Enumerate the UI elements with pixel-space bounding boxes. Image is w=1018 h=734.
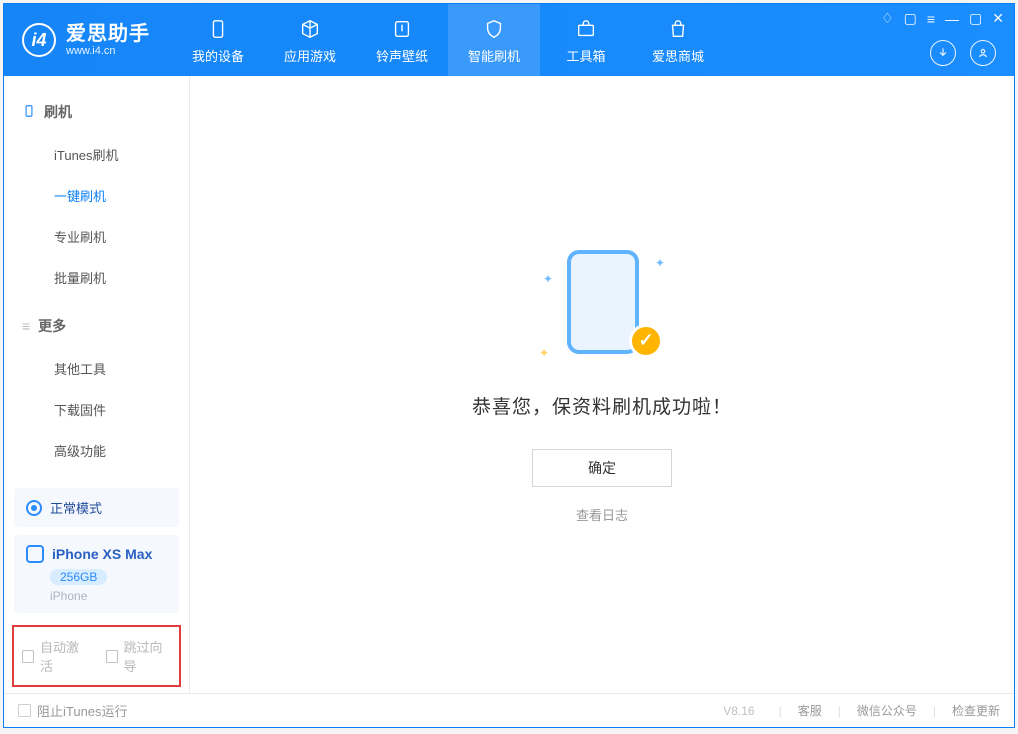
sidebar-item-firmware[interactable]: 下载固件 xyxy=(4,389,189,430)
options-highlight: 自动激活 跳过向导 xyxy=(12,625,181,687)
menu-icon[interactable]: ≡ xyxy=(927,11,935,27)
minimize-button[interactable]: — xyxy=(945,11,959,27)
shield-icon xyxy=(481,16,507,42)
lock-icon[interactable]: ▢ xyxy=(904,10,917,27)
mode-label: 正常模式 xyxy=(50,498,102,517)
toolbox-icon xyxy=(573,16,599,42)
bag-icon xyxy=(665,16,691,42)
sidebar-item-advanced[interactable]: 高级功能 xyxy=(4,430,189,471)
nav-label: 爱思商城 xyxy=(652,46,704,65)
list-icon: ≡ xyxy=(22,318,30,334)
nav-label: 应用游戏 xyxy=(284,46,336,65)
ok-button[interactable]: 确定 xyxy=(532,449,672,487)
storage-badge: 256GB xyxy=(50,569,107,585)
shirt-icon[interactable]: ♢ xyxy=(881,10,894,27)
footer: 阻止iTunes运行 V8.16 | 客服 | 微信公众号 | 检查更新 xyxy=(4,693,1014,727)
sparkle-icon: ✦ xyxy=(539,346,549,360)
device-name: iPhone XS Max xyxy=(52,546,152,562)
nav-label: 铃声壁纸 xyxy=(376,46,428,65)
sparkle-icon: ✦ xyxy=(543,272,553,286)
header: i4 爱思助手 www.i4.cn 我的设备 应用游戏 铃声壁纸 智能刷机 xyxy=(4,4,1014,76)
sidebar-section-flash: 刷机 xyxy=(4,96,189,128)
header-actions xyxy=(930,40,996,66)
success-message: 恭喜您，保资料刷机成功啦！ xyxy=(472,392,732,419)
download-button[interactable] xyxy=(930,40,956,66)
mode-icon xyxy=(26,500,42,516)
sparkle-icon: ✦ xyxy=(655,256,665,270)
logo: i4 爱思助手 www.i4.cn xyxy=(4,23,172,57)
check-icon: ✓ xyxy=(629,324,663,358)
sidebar-item-other[interactable]: 其他工具 xyxy=(4,348,189,389)
checkbox-icon xyxy=(106,650,118,663)
cube-icon xyxy=(297,16,323,42)
success-illustration: ✦ ✦ ✦ ✓ xyxy=(537,246,667,366)
nav-tools[interactable]: 工具箱 xyxy=(540,4,632,76)
nav-apps[interactable]: 应用游戏 xyxy=(264,4,356,76)
nav-label: 我的设备 xyxy=(192,46,244,65)
nav-store[interactable]: 爱思商城 xyxy=(632,4,724,76)
sidebar-item-itunes[interactable]: iTunes刷机 xyxy=(4,134,189,175)
nav-device[interactable]: 我的设备 xyxy=(172,4,264,76)
mode-card[interactable]: 正常模式 xyxy=(14,488,179,527)
logo-icon: i4 xyxy=(22,23,56,57)
sidebar-item-batch[interactable]: 批量刷机 xyxy=(4,257,189,298)
close-button[interactable]: ✕ xyxy=(992,10,1004,27)
sidebar-item-oneclick[interactable]: 一键刷机 xyxy=(4,175,189,216)
maximize-button[interactable]: ▢ xyxy=(969,10,982,27)
app-title: 爱思助手 xyxy=(66,23,150,45)
sidebar: 刷机 iTunes刷机 一键刷机 专业刷机 批量刷机 ≡ 更多 其他工具 下载固… xyxy=(4,76,190,693)
nav-label: 智能刷机 xyxy=(468,46,520,65)
checkbox-block-itunes[interactable]: 阻止iTunes运行 xyxy=(18,701,128,720)
version-label: V8.16 xyxy=(723,704,754,718)
nav-tabs: 我的设备 应用游戏 铃声壁纸 智能刷机 工具箱 爱思商城 xyxy=(172,4,724,76)
nav-ring[interactable]: 铃声壁纸 xyxy=(356,4,448,76)
sidebar-section-more: ≡ 更多 xyxy=(4,310,189,342)
footer-update[interactable]: 检查更新 xyxy=(952,702,1000,719)
device-icon xyxy=(205,16,231,42)
device-type: iPhone xyxy=(50,589,167,603)
window-controls: ♢ ▢ ≡ — ▢ ✕ xyxy=(881,10,1004,27)
device-card[interactable]: iPhone XS Max 256GB iPhone xyxy=(14,535,179,613)
view-log-link[interactable]: 查看日志 xyxy=(576,505,628,524)
nav-label: 工具箱 xyxy=(566,46,605,65)
sidebar-item-pro[interactable]: 专业刷机 xyxy=(4,216,189,257)
footer-service[interactable]: 客服 xyxy=(798,702,822,719)
user-button[interactable] xyxy=(970,40,996,66)
footer-wechat[interactable]: 微信公众号 xyxy=(857,702,917,719)
app-subtitle: www.i4.cn xyxy=(66,45,150,57)
nav-flash[interactable]: 智能刷机 xyxy=(448,4,540,76)
phone-icon xyxy=(22,104,36,121)
music-icon xyxy=(389,16,415,42)
checkbox-icon xyxy=(22,650,34,663)
checkbox-skip-guide[interactable]: 跳过向导 xyxy=(106,637,172,675)
checkbox-auto-activate[interactable]: 自动激活 xyxy=(22,637,88,675)
content-area: ✦ ✦ ✦ ✓ 恭喜您，保资料刷机成功啦！ 确定 查看日志 xyxy=(190,76,1014,693)
device-icon xyxy=(26,545,44,563)
checkbox-icon xyxy=(18,704,31,717)
